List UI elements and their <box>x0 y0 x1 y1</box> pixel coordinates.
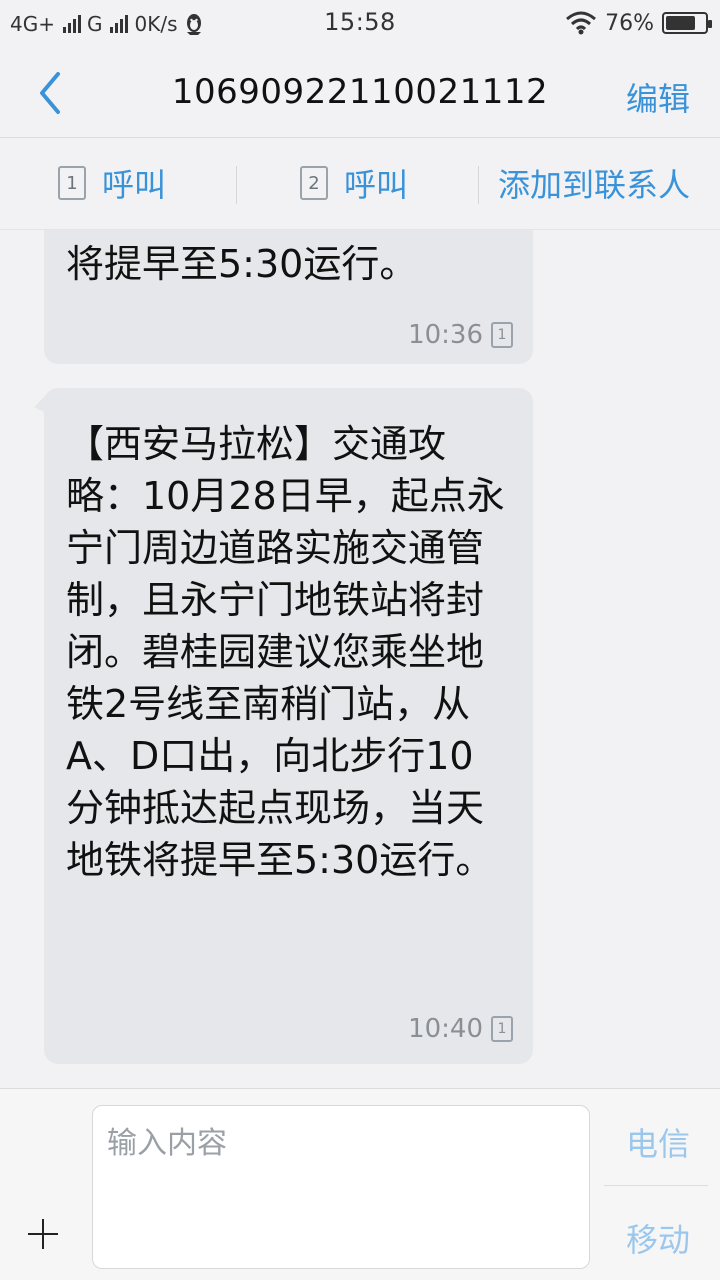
send-mobile-button[interactable]: 移动 <box>626 1215 690 1261</box>
sim1-badge: 1 <box>66 172 78 194</box>
message-input[interactable]: 输入内容 <box>92 1105 590 1269</box>
sms-conversation-screen: 4G+ G 0K/s 15:58 76% 10690922110021112 编… <box>0 0 720 1280</box>
divider <box>604 1185 708 1186</box>
battery-icon <box>662 12 712 34</box>
divider <box>236 166 237 204</box>
sim-badge: 1 <box>497 327 507 343</box>
plus-icon[interactable] <box>28 1219 58 1249</box>
send-telecom-button[interactable]: 电信 <box>626 1119 690 1165</box>
sender-number: 10690922110021112 <box>171 72 549 112</box>
message-time: 10:36 <box>408 320 483 350</box>
edit-button[interactable]: 编辑 <box>626 74 690 120</box>
message-text: 【西安马拉松】交通攻略：10月28日早，起点永宁门周边道路实施交通管制，且永宁门… <box>66 422 505 882</box>
sim-badge: 1 <box>497 1021 507 1037</box>
battery-percent: 76% <box>605 10 654 36</box>
call-sim1-button[interactable]: 1 呼叫 <box>58 163 167 204</box>
add-to-contacts-label: 添加到联系人 <box>498 166 691 204</box>
battery-fill <box>666 16 695 30</box>
message-bubble[interactable]: 将提早至5:30运行。 10:36 1 <box>44 230 533 364</box>
sim2-badge: 2 <box>308 172 320 194</box>
conversation-header: 10690922110021112 编辑 <box>0 48 720 138</box>
add-to-contacts-button[interactable]: 添加到联系人 <box>498 163 691 204</box>
message-meta: 10:36 1 <box>408 320 513 350</box>
call-sim1-label: 呼叫 <box>102 166 167 204</box>
message-list[interactable]: 将提早至5:30运行。 10:36 1 【西安马拉松】交通攻略：10月28日早，… <box>0 230 720 1088</box>
call-sim2-label: 呼叫 <box>344 166 409 204</box>
sim-card-icon: 1 <box>491 322 513 348</box>
message-input-placeholder: 输入内容 <box>107 1126 227 1161</box>
message-composer: 输入内容 电信 移动 <box>0 1088 720 1280</box>
message-text: 将提早至5:30运行。 <box>66 242 418 286</box>
message-meta: 10:40 1 <box>408 1014 513 1044</box>
contact-actions-bar: 1 呼叫 2 呼叫 添加到联系人 <box>0 138 720 230</box>
sim-card-icon: 1 <box>58 166 86 200</box>
message-time: 10:40 <box>408 1014 483 1044</box>
divider <box>478 166 479 204</box>
wifi-icon <box>566 11 597 35</box>
sim-card-icon: 1 <box>491 1016 513 1042</box>
sim-card-icon: 2 <box>300 166 328 200</box>
message-bubble[interactable]: 【西安马拉松】交通攻略：10月28日早，起点永宁门周边道路实施交通管制，且永宁门… <box>44 388 533 1064</box>
call-sim2-button[interactable]: 2 呼叫 <box>300 163 409 204</box>
status-right: 76% <box>565 8 712 38</box>
status-bar: 4G+ G 0K/s 15:58 76% <box>0 0 720 48</box>
